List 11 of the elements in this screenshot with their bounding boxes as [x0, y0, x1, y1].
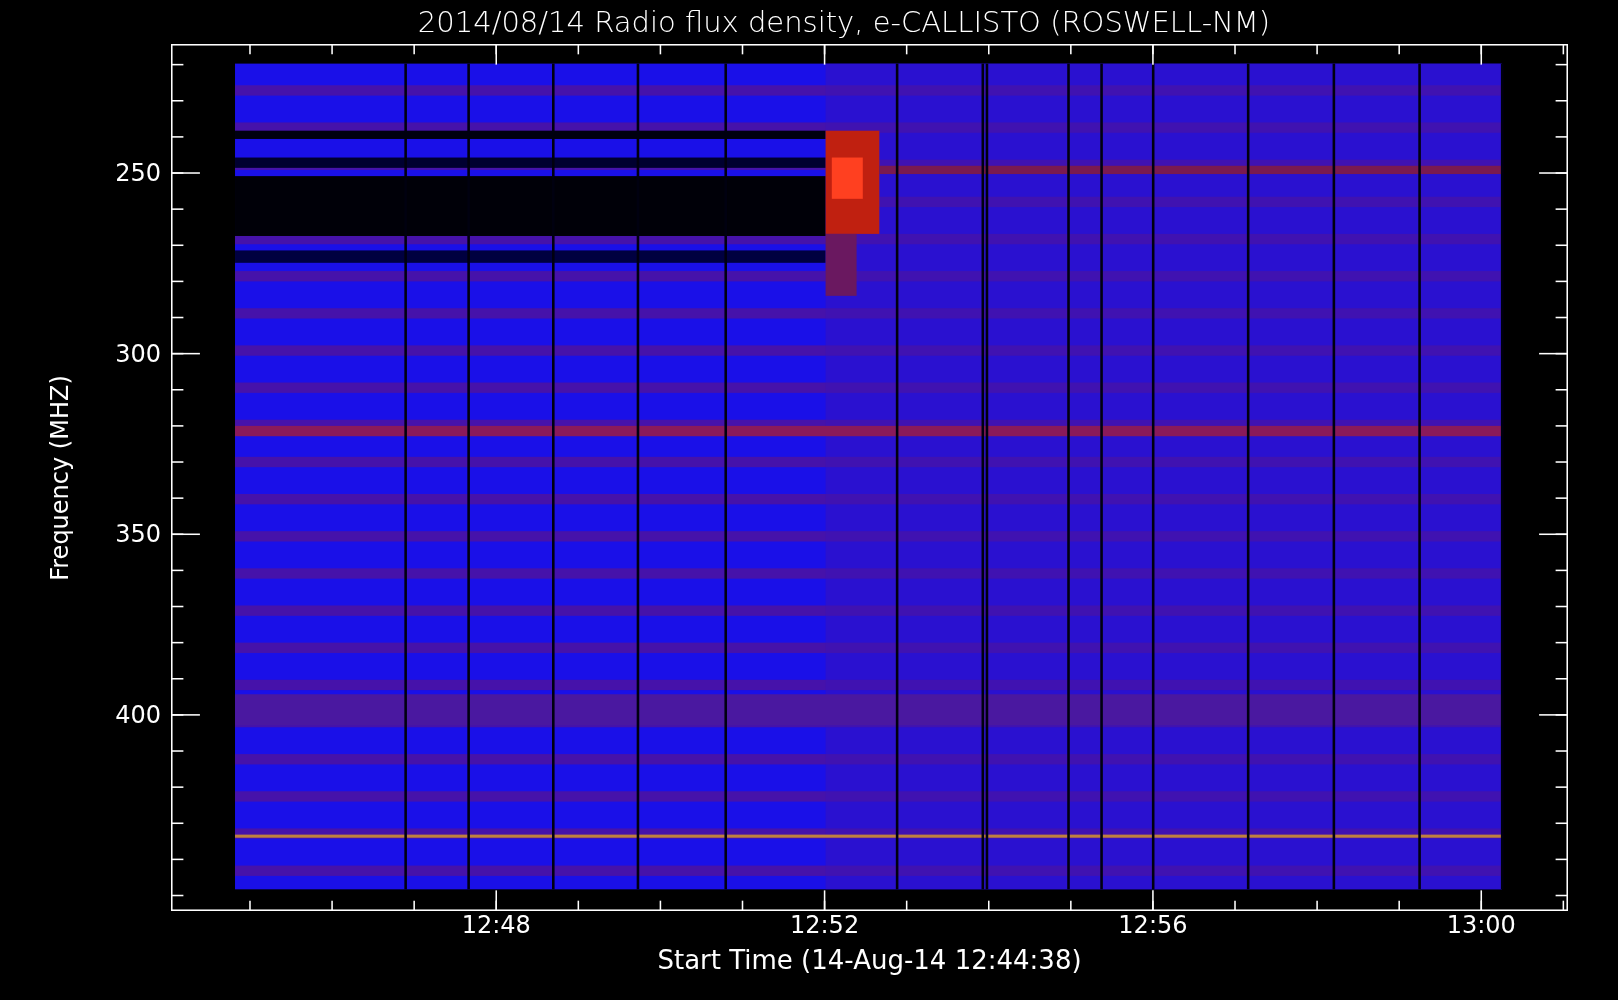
chart-title: 2014/08/14 Radio flux density, e-CALLISTO (ROSWELL-NM): [416, 4, 1271, 41]
tick-label: 12:52: [790, 911, 860, 939]
tick-label: 12:48: [461, 911, 531, 939]
tick-label: 12:56: [1118, 911, 1188, 939]
tick-label: 13:00: [1446, 911, 1516, 939]
tick-label: 250: [115, 159, 161, 187]
tick-label: 300: [115, 339, 161, 368]
tick-label: 350: [115, 520, 161, 549]
axis-label: Start Time (14-Aug-14 12:44:38): [657, 945, 1082, 975]
axis-label: Frequency (MHZ): [46, 374, 74, 581]
tick-label: 400: [115, 700, 161, 729]
